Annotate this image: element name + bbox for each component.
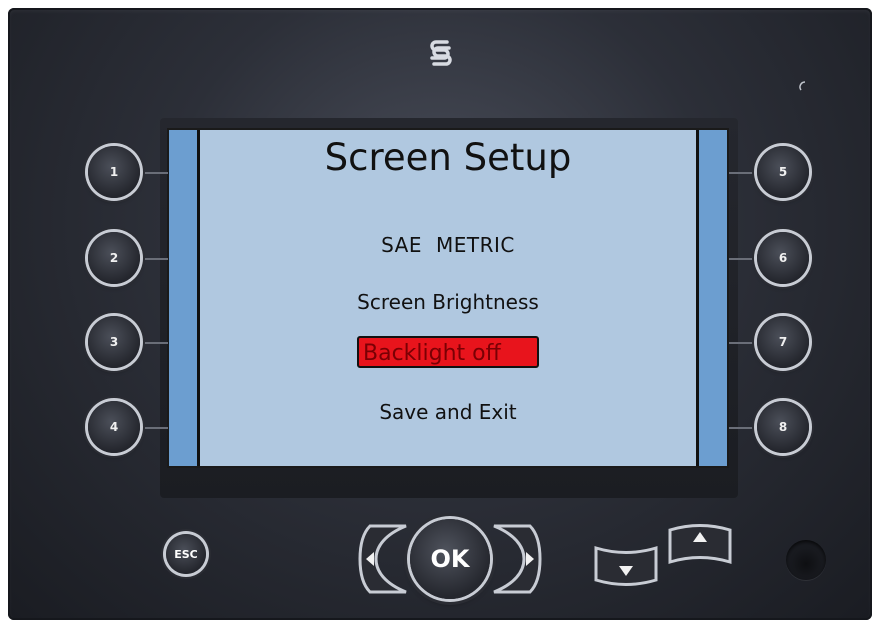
units-menu-item[interactable]: SAE METRIC bbox=[169, 233, 727, 257]
softkey-4-button[interactable]: 4 bbox=[88, 401, 140, 453]
softkey-5-button[interactable]: 5 bbox=[757, 146, 809, 198]
softkey-8-button[interactable]: 8 bbox=[757, 401, 809, 453]
s-logo-icon bbox=[430, 40, 452, 66]
softkey-2-button[interactable]: 2 bbox=[88, 232, 140, 284]
ok-button[interactable]: OK bbox=[410, 519, 490, 599]
softkey-3-button[interactable]: 3 bbox=[88, 316, 140, 368]
arrow-up-button[interactable] bbox=[666, 520, 734, 570]
esc-button[interactable]: ESC bbox=[166, 534, 206, 574]
brightness-menu-item[interactable]: Screen Brightness bbox=[169, 290, 727, 314]
lcd-screen: Screen Setup SAE METRIC Screen Brightness… bbox=[167, 128, 729, 468]
connector-line bbox=[140, 172, 168, 174]
softkey-7-button[interactable]: 7 bbox=[757, 316, 809, 368]
arrow-left-button[interactable] bbox=[356, 522, 412, 596]
connector-line bbox=[140, 427, 168, 429]
softkey-1-button[interactable]: 1 bbox=[88, 146, 140, 198]
arrow-right-button[interactable] bbox=[488, 522, 544, 596]
connector-line bbox=[729, 172, 757, 174]
backlight-menu-row: Backlight off bbox=[169, 336, 727, 368]
backlight-menu-item-selected[interactable]: Backlight off bbox=[357, 336, 539, 368]
softkey-6-button[interactable]: 6 bbox=[757, 232, 809, 284]
light-sensor-icon bbox=[799, 81, 806, 91]
mounting-hole bbox=[786, 540, 826, 580]
screen-title: Screen Setup bbox=[324, 136, 572, 179]
connector-line bbox=[729, 258, 757, 260]
arrow-down-button[interactable] bbox=[592, 540, 660, 590]
connector-line bbox=[140, 258, 168, 260]
unit-metric-option[interactable]: METRIC bbox=[436, 233, 515, 257]
save-exit-menu-item[interactable]: Save and Exit bbox=[169, 400, 727, 424]
connector-line bbox=[729, 427, 757, 429]
connector-line bbox=[729, 342, 757, 344]
connector-line bbox=[140, 342, 168, 344]
unit-sae-option[interactable]: SAE bbox=[381, 233, 422, 257]
